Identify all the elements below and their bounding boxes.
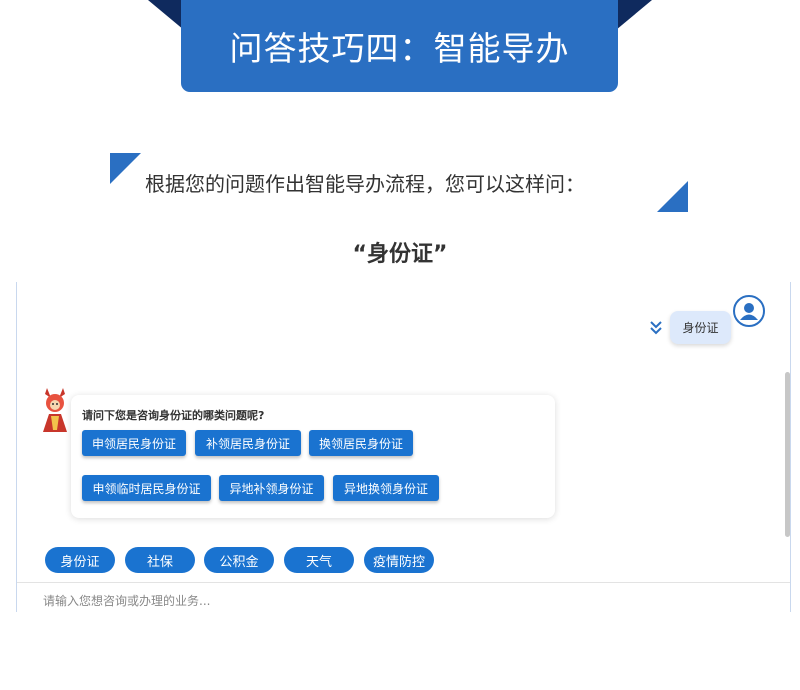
option-button[interactable]: 补领居民身份证: [195, 430, 301, 456]
double-chevron-down-icon[interactable]: [649, 319, 663, 337]
bot-message-card: 请问下您是咨询身份证的哪类问题呢? 申领居民身份证 补领居民身份证 换领居民身份…: [71, 395, 555, 518]
quick-reply-button[interactable]: 社保: [125, 547, 195, 573]
corner-decoration-top-left: [110, 153, 141, 184]
mascot-icon: [43, 388, 67, 432]
chat-scrollbar[interactable]: [785, 372, 790, 537]
option-button[interactable]: 异地换领身份证: [333, 475, 439, 501]
input-bar: [17, 582, 790, 612]
quick-reply-button[interactable]: 疫情防控: [364, 547, 434, 573]
bot-question-text: 请问下您是咨询身份证的哪类问题呢?: [82, 409, 265, 422]
quick-reply-button[interactable]: 公积金: [204, 547, 274, 573]
quick-reply-button[interactable]: 天气: [284, 547, 354, 573]
banner-wing-left: [148, 0, 184, 30]
message-input[interactable]: [43, 594, 643, 608]
banner-wing-right: [616, 0, 652, 30]
option-button[interactable]: 申领临时居民身份证: [82, 475, 211, 501]
option-button[interactable]: 换领居民身份证: [309, 430, 413, 456]
user-message-bubble: 身份证: [670, 311, 731, 344]
option-button[interactable]: 申领居民身份证: [82, 430, 186, 456]
user-message-text: 身份证: [682, 321, 719, 335]
user-icon: [733, 295, 765, 327]
page-title-banner: 问答技巧四：智能导办: [181, 0, 618, 92]
intro-text: 根据您的问题作出智能导办流程，您可以这样问：: [145, 172, 585, 196]
option-button[interactable]: 异地补领身份证: [219, 475, 324, 501]
page-title: 问答技巧四：智能导办: [229, 29, 570, 68]
quick-reply-button[interactable]: 身份证: [45, 547, 115, 573]
chat-window: 身份证 请问下您是咨询身份证的哪类问题呢? 申领居民身份证 补领居民身份证 换领…: [16, 282, 791, 612]
example-query: “身份证”: [352, 242, 448, 267]
corner-decoration-bottom-right: [657, 181, 688, 212]
